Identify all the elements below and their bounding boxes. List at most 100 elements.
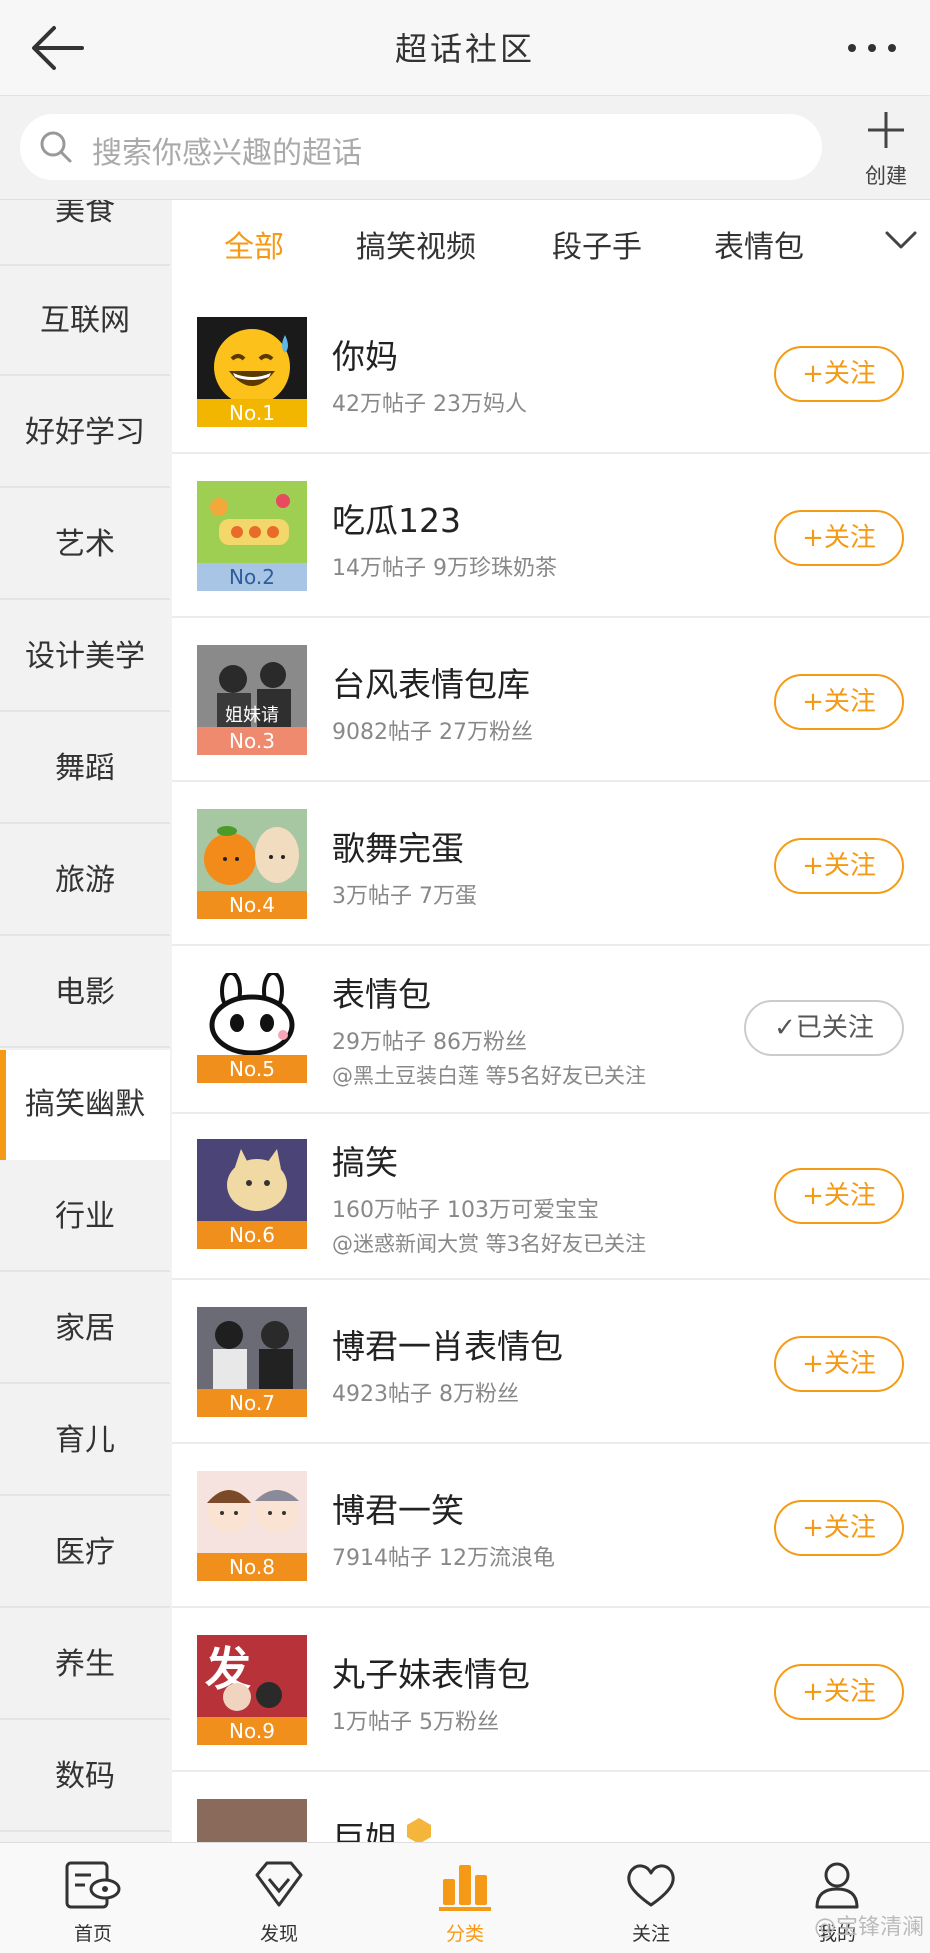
sidebar-item-travel[interactable]: 旅游 [0,826,170,936]
follow-button[interactable]: +关注 [774,510,904,566]
topic-stats: 7914帖子 12万流浪龟 [332,1546,555,1571]
follow-button[interactable]: +关注 [774,1664,904,1720]
topic-list-panel: 全部 搞笑视频 段子手 表情包 No.1 你妈 42万帖子 23万妈人 +关注 [172,200,930,1842]
topic-avatar: No.1 [197,317,307,427]
create-label: 创建 [865,164,907,188]
diamond-icon [255,1861,303,1907]
sidebar-item-home[interactable]: 家居 [0,1274,170,1384]
chevron-down-icon[interactable] [884,230,918,250]
topic-row[interactable]: 发 No.9 丸子妹表情包 1万帖子 5万粉丝 +关注 [172,1608,930,1772]
topic-stats: 29万帖子 86万粉丝 [332,1030,527,1055]
follow-button[interactable]: +关注 [774,1336,904,1392]
topic-name: 你妈 [332,337,398,376]
topic-name: 博君一笑 [332,1491,464,1530]
topic-stats: 3万帖子 7万蛋 [332,884,477,909]
topic-name: 表情包 [332,975,431,1014]
plus-icon [868,112,904,148]
cat-photo-icon [197,1139,307,1221]
sidebar-item-study[interactable]: 好好学习 [0,378,170,488]
home-eye-icon [65,1861,121,1909]
top-bar: 超话社区 [0,0,930,96]
sidebar-item-dance[interactable]: 舞蹈 [0,714,170,824]
topic-row[interactable]: No.4 歌舞完蛋 3万帖子 7万蛋 +关注 [172,782,930,946]
nav-category[interactable]: 分类 [372,1843,558,1953]
rank-badge: No.8 [197,1553,307,1581]
rank-badge: No.6 [197,1221,307,1249]
tab-all[interactable]: 全部 [224,222,284,266]
topic-name: 歌舞完蛋 [332,829,464,868]
tab-stickers[interactable]: 表情包 [714,222,804,266]
topic-row[interactable]: 姐妹请 No.3 台风表情包库 9082帖子 27万粉丝 +关注 [172,618,930,782]
follow-button[interactable]: +关注 [774,1500,904,1556]
create-button[interactable]: 创建 [856,108,916,192]
search-icon [40,131,72,163]
sidebar-item-art[interactable]: 艺术 [0,490,170,600]
sidebar-item-humor[interactable]: 搞笑幽默 [0,1050,170,1160]
topic-name: 博君一肖表情包 [332,1327,563,1366]
sidebar-item-internet[interactable]: 互联网 [0,266,170,376]
friends-followed: @迷惑新闻大赏 等3名好友已关注 [332,1232,647,1256]
topic-row[interactable]: No.7 博君一肖表情包 4923帖子 8万粉丝 +关注 [172,1280,930,1444]
nav-home-label: 首页 [73,1923,112,1945]
orange-egg-icon [204,826,299,885]
kids-photo-icon [223,1682,282,1711]
topic-stats: 160万帖子 103万可爱宝宝 [332,1198,599,1223]
check-icon: ✓ [774,1013,796,1043]
bottom-nav: 首页 发现 分类 关注 我的 @宝锋清澜 [0,1842,930,1953]
verified-badge-icon [407,1818,431,1842]
watermark: @宝锋清澜 [813,1915,924,1940]
nav-follow-label: 关注 [631,1923,670,1945]
sidebar-item-parenting[interactable]: 育儿 [0,1386,170,1496]
nav-home[interactable]: 首页 [0,1843,186,1953]
tab-jokers[interactable]: 段子手 [552,222,642,266]
topic-row[interactable]: No.8 博君一笑 7914帖子 12万流浪龟 +关注 [172,1444,930,1608]
sidebar-item-industry[interactable]: 行业 [0,1162,170,1272]
nav-discover[interactable]: 发现 [186,1843,372,1953]
topic-avatar: No.8 [197,1471,307,1581]
rank-badge: No.5 [197,1055,307,1083]
melon-art-icon [210,494,290,545]
rank-badge: No.1 [197,399,307,427]
rank-badge: No.9 [197,1717,307,1745]
topic-avatar: No.7 [197,1307,307,1417]
category-sidebar: 美食 互联网 好好学习 艺术 设计美学 舞蹈 旅游 电影 搞笑幽默 行业 家居 … [0,200,170,1842]
topic-avatar: No.2 [197,481,307,591]
sidebar-item-movie[interactable]: 电影 [0,938,170,1048]
follow-button[interactable]: +关注 [774,346,904,402]
sidebar-item-health[interactable]: 养生 [0,1610,170,1720]
bunny-face-icon [209,973,295,1056]
topic-avatar: 发 No.9 [197,1635,307,1745]
topic-row[interactable]: No.1 你妈 42万帖子 23万妈人 +关注 [172,290,930,454]
topic-stats: 1万帖子 5万粉丝 [332,1710,499,1735]
more-icon[interactable] [842,30,902,66]
two-actors-photo-icon [197,1307,307,1389]
search-row: 搜索你感兴趣的超话 创建 [0,96,930,200]
topic-row[interactable]: 巨姐 [172,1772,930,1842]
topic-avatar [197,1799,307,1842]
search-placeholder: 搜索你感兴趣的超话 [92,136,362,171]
topic-name: 搞笑 [332,1143,398,1182]
topic-avatar: No.4 [197,809,307,919]
follow-button[interactable]: +关注 [774,1168,904,1224]
rank-badge: No.2 [197,563,307,591]
sidebar-item-food[interactable]: 美食 [0,200,170,266]
topic-avatar: No.6 [197,1139,307,1249]
topic-stats: 9082帖子 27万粉丝 [332,720,533,745]
follow-button[interactable]: +关注 [774,674,904,730]
tab-funny-videos[interactable]: 搞笑视频 [356,222,476,266]
topic-row[interactable]: No.2 吃瓜123 14万帖子 9万珍珠奶茶 +关注 [172,454,930,618]
sidebar-item-digital[interactable]: 数码 [0,1722,170,1832]
nav-category-label: 分类 [445,1923,484,1945]
follow-button[interactable]: +关注 [774,838,904,894]
topic-row[interactable]: No.5 表情包 29万帖子 86万粉丝 @黑土豆装白莲 等5名好友已关注 ✓已… [172,946,930,1114]
bar-chart-icon [439,1865,491,1911]
nav-follow[interactable]: 关注 [558,1843,744,1953]
page-title: 超话社区 [394,30,535,68]
topic-row[interactable]: No.6 搞笑 160万帖子 103万可爱宝宝 @迷惑新闻大赏 等3名好友已关注… [172,1114,930,1280]
search-input[interactable]: 搜索你感兴趣的超话 [20,114,822,180]
profile-icon [815,1862,859,1909]
followed-button[interactable]: ✓已关注 [744,1000,904,1056]
sidebar-item-medical[interactable]: 医疗 [0,1498,170,1608]
sidebar-item-design[interactable]: 设计美学 [0,602,170,712]
friends-followed: @黑土豆装白莲 等5名好友已关注 [332,1064,647,1088]
